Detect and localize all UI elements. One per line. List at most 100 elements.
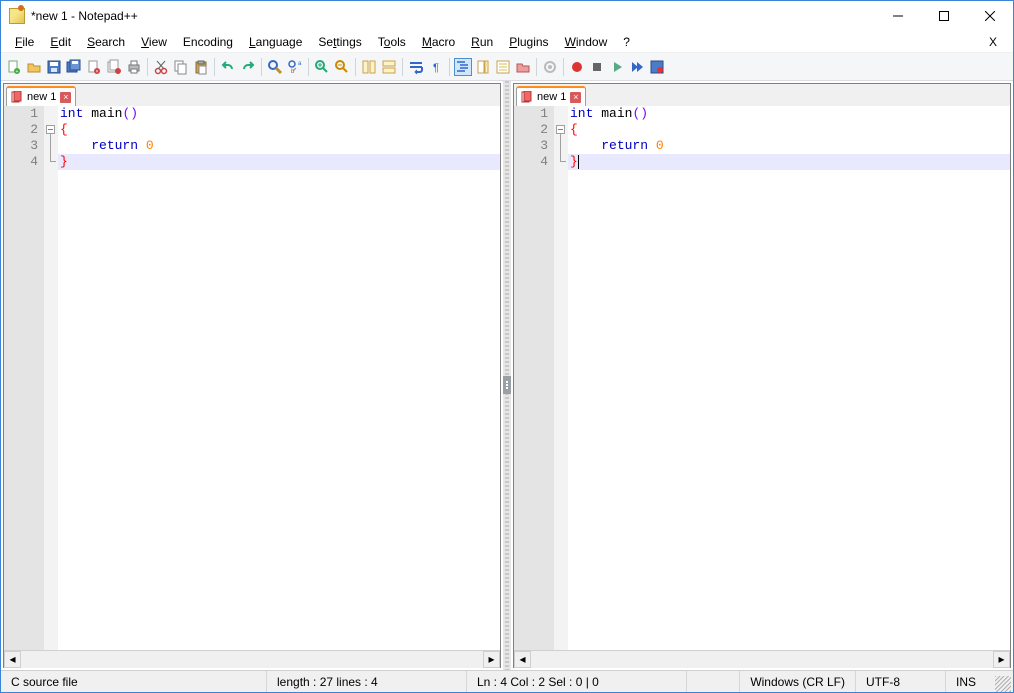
menu-view[interactable]: View	[133, 33, 175, 51]
code-area[interactable]: int main(){ return 0}	[568, 106, 1010, 650]
window-title: *new 1 - Notepad++	[31, 9, 138, 23]
status-position: Ln : 4 Col : 2 Sel : 0 | 0	[466, 671, 686, 692]
toolbar-doc-map-icon[interactable]	[474, 58, 492, 76]
svg-text:a: a	[298, 61, 302, 67]
toolbar-play-multi-icon[interactable]	[628, 58, 646, 76]
toolbar-undo-icon[interactable]	[219, 58, 237, 76]
status-insert-mode[interactable]: INS	[945, 671, 995, 692]
toolbar-separator	[308, 58, 309, 76]
app-icon	[9, 8, 25, 24]
toolbar-save-all-icon[interactable]	[65, 58, 83, 76]
scroll-left-icon[interactable]: ◂	[514, 651, 531, 668]
toolbar-open-file-icon[interactable]	[25, 58, 43, 76]
toolbar-separator	[563, 58, 564, 76]
titlebar[interactable]: *new 1 - Notepad++	[1, 1, 1013, 31]
fold-margin[interactable]	[44, 106, 58, 650]
menu-tools[interactable]: Tools	[370, 33, 414, 51]
line-gutter: 1234	[514, 106, 554, 650]
toolbar-record-macro-icon[interactable]	[568, 58, 586, 76]
menu-settings[interactable]: Settings	[310, 33, 369, 51]
toolbar-separator	[402, 58, 403, 76]
line-gutter: 1234	[4, 106, 44, 650]
status-filetype: C source file	[1, 671, 266, 692]
minimize-button[interactable]	[875, 1, 921, 31]
menu-run[interactable]: Run	[463, 33, 501, 51]
splitter-handle-icon[interactable]	[503, 376, 511, 394]
tab-label: new 1	[537, 91, 566, 103]
menu-file[interactable]: File	[7, 33, 42, 51]
editor-left[interactable]: 1234 int main(){ return 0}	[4, 106, 500, 650]
status-encoding[interactable]: UTF-8	[855, 671, 945, 692]
toolbar-find-icon[interactable]	[266, 58, 284, 76]
toolbar: + × ab ¶	[1, 53, 1013, 81]
status-eol[interactable]: Windows (CR LF)	[739, 671, 855, 692]
toolbar-separator	[147, 58, 148, 76]
toolbar-redo-icon[interactable]	[239, 58, 257, 76]
toolbar-separator	[536, 58, 537, 76]
toolbar-separator	[214, 58, 215, 76]
toolbar-separator	[261, 58, 262, 76]
menubar: File Edit Search View Encoding Language …	[1, 31, 1013, 53]
toolbar-close-all-icon[interactable]	[105, 58, 123, 76]
file-modified-icon	[521, 91, 533, 103]
resize-grip-icon[interactable]	[995, 676, 1011, 692]
menu-window[interactable]: Window	[557, 33, 616, 51]
toolbar-sync-h-icon[interactable]	[380, 58, 398, 76]
maximize-button[interactable]	[921, 1, 967, 31]
toolbar-save-icon[interactable]	[45, 58, 63, 76]
toolbar-stop-macro-icon[interactable]	[588, 58, 606, 76]
toolbar-print-icon[interactable]	[125, 58, 143, 76]
toolbar-copy-icon[interactable]	[172, 58, 190, 76]
tab-close-icon[interactable]: ×	[570, 92, 581, 103]
menu-help[interactable]: ?	[615, 33, 638, 51]
toolbar-sync-v-icon[interactable]	[360, 58, 378, 76]
toolbar-word-wrap-icon[interactable]	[407, 58, 425, 76]
close-button[interactable]	[967, 1, 1013, 31]
code-area[interactable]: int main(){ return 0}	[58, 106, 500, 650]
toolbar-new-file-icon[interactable]: +	[5, 58, 23, 76]
status-length: length : 27 lines : 4	[266, 671, 466, 692]
menu-encoding[interactable]: Encoding	[175, 33, 241, 51]
editor-right[interactable]: 1234 int main(){ return 0}	[514, 106, 1010, 650]
menu-language[interactable]: Language	[241, 33, 310, 51]
svg-text:+: +	[16, 69, 19, 75]
toolbar-monitoring-icon[interactable]	[541, 58, 559, 76]
workspace: new 1 × 1234 int main(){ return 0} ◂ ▸	[1, 81, 1013, 670]
pane-right: new 1 × 1234 int main(){ return 0} ◂ ▸	[513, 83, 1011, 668]
pane-left: new 1 × 1234 int main(){ return 0} ◂ ▸	[3, 83, 501, 668]
toolbar-zoom-in-icon[interactable]	[313, 58, 331, 76]
fold-margin[interactable]	[554, 106, 568, 650]
tab-right-0[interactable]: new 1 ×	[516, 86, 586, 106]
toolbar-show-all-chars-icon[interactable]: ¶	[427, 58, 445, 76]
svg-text:×: ×	[96, 69, 99, 75]
toolbar-paste-icon[interactable]	[192, 58, 210, 76]
toolbar-function-list-icon[interactable]	[494, 58, 512, 76]
tab-close-icon[interactable]: ×	[60, 92, 71, 103]
splitter[interactable]	[503, 81, 511, 670]
toolbar-zoom-out-icon[interactable]	[333, 58, 351, 76]
toolbar-indent-guide-icon[interactable]	[454, 58, 472, 76]
scroll-left-icon[interactable]: ◂	[4, 651, 21, 668]
toolbar-play-macro-icon[interactable]	[608, 58, 626, 76]
tabstrip-left: new 1 ×	[4, 84, 500, 106]
toolbar-close-icon[interactable]: ×	[85, 58, 103, 76]
hscrollbar-right[interactable]: ◂ ▸	[514, 650, 1010, 667]
toolbar-replace-icon[interactable]: ab	[286, 58, 304, 76]
scroll-right-icon[interactable]: ▸	[993, 651, 1010, 668]
menu-macro[interactable]: Macro	[414, 33, 463, 51]
app-window: *new 1 - Notepad++ File Edit Search View…	[0, 0, 1014, 693]
toolbar-cut-icon[interactable]	[152, 58, 170, 76]
menu-search[interactable]: Search	[79, 33, 133, 51]
menu-plugins[interactable]: Plugins	[501, 33, 556, 51]
hscrollbar-left[interactable]: ◂ ▸	[4, 650, 500, 667]
scroll-right-icon[interactable]: ▸	[483, 651, 500, 668]
toolbar-folder-ws-icon[interactable]	[514, 58, 532, 76]
tab-left-0[interactable]: new 1 ×	[6, 86, 76, 106]
toolbar-save-macro-icon[interactable]	[648, 58, 666, 76]
toolbar-separator	[355, 58, 356, 76]
menu-edit[interactable]: Edit	[42, 33, 79, 51]
tabstrip-right: new 1 ×	[514, 84, 1010, 106]
toolbar-separator	[449, 58, 450, 76]
statusbar: C source file length : 27 lines : 4 Ln :…	[1, 670, 1013, 692]
menu-close-x[interactable]: X	[979, 33, 1007, 51]
